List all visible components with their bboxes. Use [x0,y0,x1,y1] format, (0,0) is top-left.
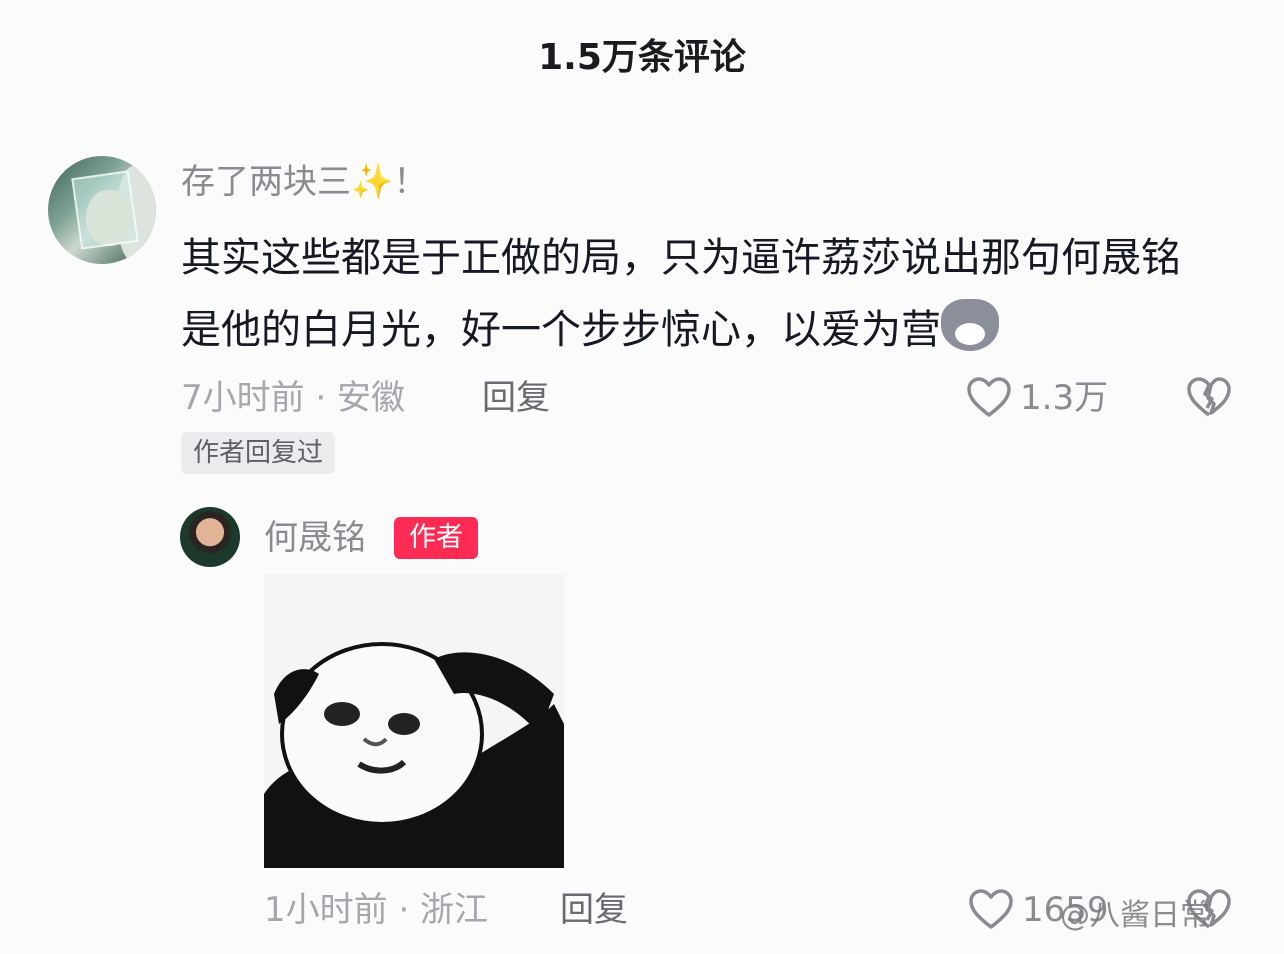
panda-meme-sticker[interactable] [264,574,564,868]
dislike-broken-heart-icon[interactable] [1186,376,1232,418]
author-badge: 作者 [394,517,478,559]
comment-username[interactable]: 存了两块三✨！ [181,156,427,208]
comment-text: 其实这些都是于正做的局，只为逼许荔莎说出那句何晟铭是他的白月光，好一个步步惊心，… [181,222,1201,366]
like-heart-icon[interactable] [968,888,1014,930]
comments-count-title: 1.5万条评论 [538,37,746,78]
like-count: 1.3万 [1020,378,1109,418]
wolf-emoji-icon [941,299,999,351]
reply-button[interactable]: 回复 [482,372,550,424]
reply-button[interactable]: 回复 [560,884,628,936]
reply-username[interactable]: 何晟铭 [264,513,366,563]
username-suffix: ！ [393,162,428,202]
reply-meta: 1小时前 · 浙江 [264,890,489,930]
comment-body: 其实这些都是于正做的局，只为逼许荔莎说出那句何晟铭是他的白月光，好一个步步惊心，… [181,235,1181,353]
watermark: @八酱日常 [1060,898,1210,933]
comment-meta: 7小时前 · 安徽 [181,378,406,418]
avatar[interactable] [180,507,240,567]
like-heart-icon[interactable] [966,376,1012,418]
avatar[interactable] [48,156,156,264]
username-text: 存了两块三 [181,162,351,202]
sparkle-icon: ✨ [351,162,394,202]
author-replied-tag: 作者回复过 [181,432,336,474]
